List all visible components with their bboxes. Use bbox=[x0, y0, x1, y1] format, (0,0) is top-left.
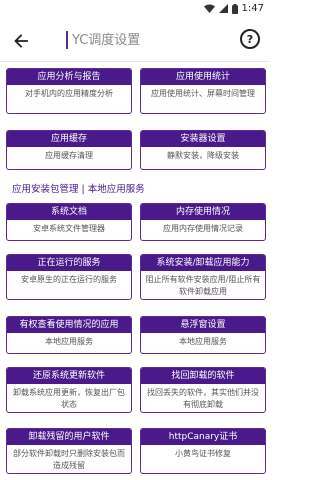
card-description: 安卓系统文件管理器 bbox=[33, 224, 105, 233]
card-title: 悬浮窗设置 bbox=[141, 317, 265, 333]
card-title: 应用缓存 bbox=[7, 131, 131, 147]
card-leftover-user-apps[interactable]: 卸载残留的用户软件 部分软件卸载时只删除安装包而造成残留 bbox=[6, 428, 132, 474]
card-title: 系统文档 bbox=[7, 204, 131, 220]
arrow-left-icon bbox=[14, 34, 28, 48]
help-button[interactable]: ? bbox=[240, 29, 260, 49]
card-usage-access-apps[interactable]: 有权查看使用情况的应用 本地应用服务 bbox=[6, 316, 132, 354]
card-title: 有权查看使用情况的应用 bbox=[7, 317, 131, 333]
search-input[interactable] bbox=[72, 29, 222, 51]
status-bar: 1:47 bbox=[0, 0, 270, 20]
battery-icon bbox=[231, 3, 238, 14]
card-description: 本地应用服务 bbox=[179, 337, 227, 346]
card-install-uninstall-ability[interactable]: 系统安装/卸载应用能力 阻止所有软件安装应用/阻止所有软件卸载应用 bbox=[140, 254, 266, 300]
card-app-cache[interactable]: 应用缓存 应用缓存清理 bbox=[6, 130, 132, 170]
card-description: 本地应用服务 bbox=[45, 337, 93, 346]
signal-icon bbox=[218, 4, 228, 13]
card-description: 小黄鸟证书修复 bbox=[175, 449, 231, 458]
card-description: 应用内存使用情况记录 bbox=[163, 224, 243, 233]
card-title: 卸载残留的用户软件 bbox=[7, 429, 131, 445]
card-description: 安卓原生的正在运行的服务 bbox=[21, 275, 117, 284]
card-system-files[interactable]: 系统文档 安卓系统文件管理器 bbox=[6, 203, 132, 241]
status-time: 1:47 bbox=[241, 3, 264, 14]
card-installer-settings[interactable]: 安装器设置 静默安装，降级安装 bbox=[140, 130, 266, 170]
section-title: 应用安装包管理 | 本地应用服务 bbox=[12, 184, 145, 195]
card-title: 安装器设置 bbox=[141, 131, 265, 147]
text-cursor bbox=[66, 31, 68, 49]
question-mark-icon: ? bbox=[246, 32, 254, 46]
card-recover-uninstalled[interactable]: 找回卸载的软件 找回丢失的软件，其实他们并没有彻底卸载 bbox=[140, 367, 266, 413]
card-title: 应用使用统计 bbox=[141, 69, 265, 85]
card-app-usage-stats[interactable]: 应用使用统计 应用使用统计、屏幕时间管理 bbox=[140, 68, 266, 114]
wifi-icon bbox=[203, 4, 215, 13]
card-description: 卸载系统应用更新，恢复出厂包状态 bbox=[13, 388, 125, 409]
card-overlay-settings[interactable]: 悬浮窗设置 本地应用服务 bbox=[140, 316, 266, 354]
card-memory-usage[interactable]: 内存使用情况 应用内存使用情况记录 bbox=[140, 203, 266, 241]
card-title: 应用分析与报告 bbox=[7, 69, 131, 85]
card-app-analysis[interactable]: 应用分析与报告 对手机内的应用精度分析 bbox=[6, 68, 132, 114]
card-title: 还原系统更新软件 bbox=[7, 368, 131, 384]
card-running-services[interactable]: 正在运行的服务 安卓原生的正在运行的服务 bbox=[6, 254, 132, 300]
card-restore-system-updates[interactable]: 还原系统更新软件 卸载系统应用更新，恢复出厂包状态 bbox=[6, 367, 132, 413]
card-title: 正在运行的服务 bbox=[7, 255, 131, 271]
card-description: 找回丢失的软件，其实他们并没有彻底卸载 bbox=[147, 388, 259, 409]
card-title: 系统安装/卸载应用能力 bbox=[141, 255, 265, 271]
card-description: 阻止所有软件安装应用/阻止所有软件卸载应用 bbox=[145, 275, 261, 296]
card-description: 应用缓存清理 bbox=[45, 151, 93, 160]
card-httpcanary-cert[interactable]: httpCanary证书 小黄鸟证书修复 bbox=[140, 428, 266, 474]
card-description: 静默安装，降级安装 bbox=[167, 151, 239, 160]
card-title: httpCanary证书 bbox=[141, 429, 265, 445]
card-description: 对手机内的应用精度分析 bbox=[25, 89, 113, 98]
card-description: 应用使用统计、屏幕时间管理 bbox=[151, 89, 255, 98]
app-bar: ? bbox=[0, 20, 270, 62]
back-button[interactable] bbox=[10, 30, 32, 52]
settings-list: 应用分析与报告 对手机内的应用精度分析 应用使用统计 应用使用统计、屏幕时间管理… bbox=[0, 62, 270, 480]
card-title: 找回卸载的软件 bbox=[141, 368, 265, 384]
card-description: 部分软件卸载时只删除安装包而造成残留 bbox=[13, 449, 125, 470]
card-title: 内存使用情况 bbox=[141, 204, 265, 220]
